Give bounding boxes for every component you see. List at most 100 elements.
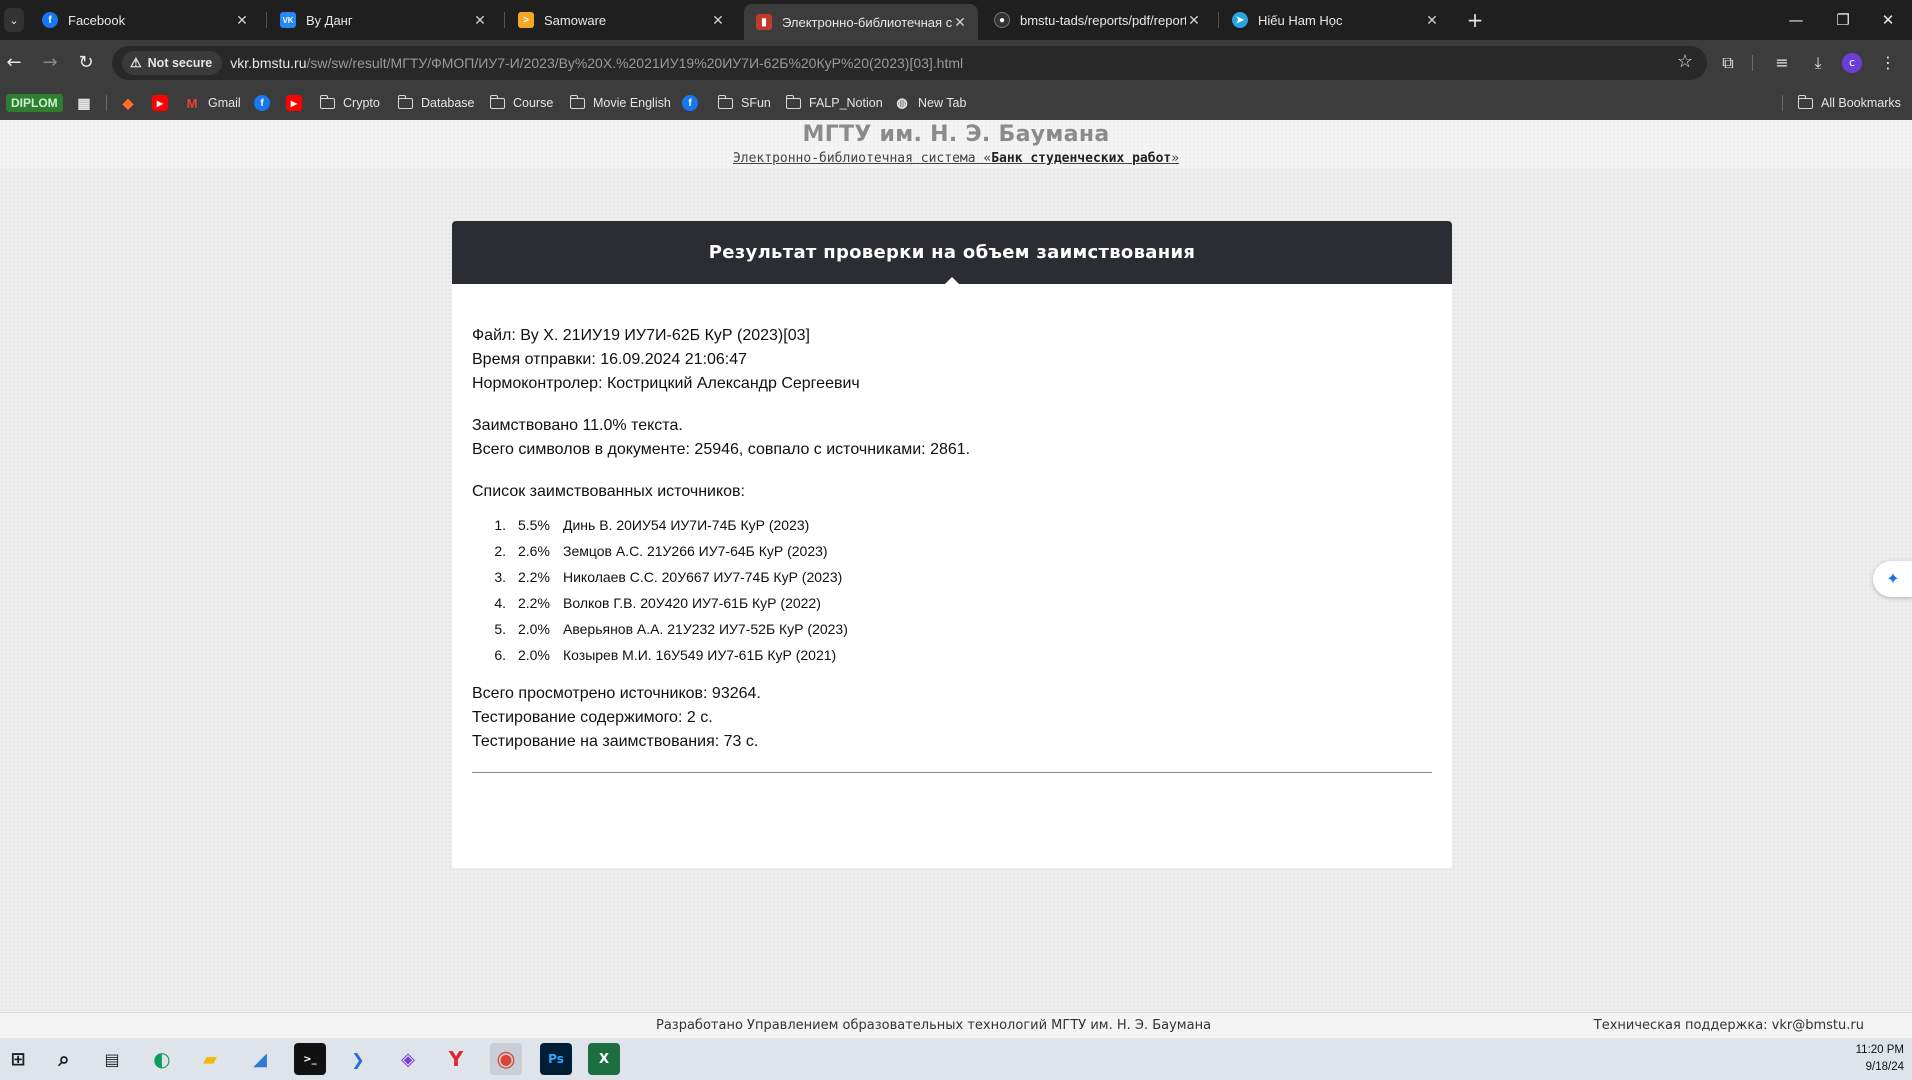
controller-line: Нормоконтролер: Кострицкий Александр Сер… <box>472 375 860 392</box>
tab-telegram[interactable]: ➤ Hiếu Ham Học ✕ <box>1220 4 1450 36</box>
terminal-icon[interactable]: >_ <box>294 1043 326 1075</box>
bookmark-folder-movie-english[interactable]: Movie English <box>569 91 671 115</box>
tab-separator <box>504 12 505 28</box>
visual-studio-icon[interactable]: ◈ <box>392 1043 424 1075</box>
extensions-puzzle-icon[interactable]: ⧉ <box>1716 51 1740 75</box>
source-number: 5. <box>494 621 506 637</box>
tab-github[interactable]: ● bmstu-tads/reports/pdf/report_ ✕ <box>982 4 1212 36</box>
tab-separator <box>1218 12 1219 28</box>
windows-start-icon[interactable]: ⊞ <box>2 1043 34 1075</box>
photoshop-icon[interactable]: Ps <box>540 1043 572 1075</box>
list-item: 5. 2.0% Аверьянов А.А. 21У232 ИУ7-52Б Ку… <box>482 616 1432 642</box>
warning-icon: ⚠ <box>130 55 142 70</box>
bookmark-folder-falp-notion[interactable]: FALP_Notion <box>785 91 883 115</box>
tab-facebook[interactable]: f Facebook ✕ <box>30 4 260 36</box>
bookmark-folder-database[interactable]: Database <box>397 91 475 115</box>
task-view-icon[interactable]: ▤ <box>96 1043 128 1075</box>
close-icon[interactable]: ✕ <box>1424 12 1440 29</box>
url-path: /sw/sw/result/МГТУ/ФМОП/ИУ7-И/2023/Ву%20… <box>306 55 964 71</box>
profile-avatar[interactable]: c <box>1842 53 1862 73</box>
site-footer: Разработано Управлением образовательных … <box>0 1012 1912 1038</box>
folder-icon <box>489 94 505 109</box>
source-percent: 2.2% <box>518 595 550 611</box>
security-indicator[interactable]: ⚠ Not secure <box>122 51 223 75</box>
list-item: 1. 5.5% Динь В. 20ИУ54 ИУ7И-74Б КуР (202… <box>482 512 1432 538</box>
footer-support[interactable]: Техническая поддержка: vkr@bmstu.ru <box>1594 1018 1864 1033</box>
forward-arrow-icon[interactable]: → <box>38 51 62 75</box>
vscode-icon[interactable]: ◢ <box>244 1043 276 1075</box>
result-body: Файл: Ву Х. 21ИУ19 ИУ7И-62Б КуР (2023)[0… <box>452 284 1452 773</box>
bookmark-new-tab[interactable]: ◍ New Tab <box>894 91 966 115</box>
close-icon[interactable]: ✕ <box>472 12 488 29</box>
bookmark-folder-sfun[interactable]: SFun <box>717 91 771 115</box>
source-number: 4. <box>494 595 506 611</box>
source-name: Волков Г.В. 20У420 ИУ7-61Б КуР (2022) <box>563 595 821 611</box>
site-subtitle-link[interactable]: Электронно-библиотечная система «Банк ст… <box>733 151 1179 166</box>
edge-icon[interactable]: ◐ <box>146 1043 178 1075</box>
close-icon[interactable]: ✕ <box>710 12 726 29</box>
clock-time: 11:20 PM <box>1855 1044 1904 1056</box>
close-icon[interactable]: ✕ <box>952 14 968 31</box>
tab-search-chevron-icon[interactable]: ⌄ <box>4 8 24 32</box>
media-controls-icon[interactable]: ≡ <box>1770 51 1794 75</box>
folder-icon <box>569 94 585 109</box>
tab-library[interactable]: ▮ Электронно-библиотечная си ✕ <box>744 4 978 40</box>
tab-samoware[interactable]: > Samoware ✕ <box>506 4 736 36</box>
file-line: Файл: Ву Х. 21ИУ19 ИУ7И-62Б КуР (2023)[0… <box>472 327 810 344</box>
list-item: 4. 2.2% Волков Г.В. 20У420 ИУ7-61Б КуР (… <box>482 590 1432 616</box>
bookmark-youtube[interactable]: ▶ <box>152 91 176 115</box>
close-icon[interactable]: ✕ <box>234 12 250 29</box>
menu-kebab-icon[interactable]: ⋮ <box>1876 51 1900 75</box>
source-name: Николаев С.С. 20У667 ИУ7-74Б КуР (2023) <box>563 569 843 585</box>
taskbar-clock[interactable]: 11:20 PM 9/18/24 <box>1856 1042 1904 1076</box>
source-percent: 2.0% <box>518 647 550 663</box>
bookmark-diplom[interactable]: DIPLOM <box>6 91 63 115</box>
tab-title: Электронно-библиотечная си <box>782 14 952 30</box>
bookmark-folder-crypto[interactable]: Crypto <box>319 91 380 115</box>
source-name: Аверьянов А.А. 21У232 ИУ7-52Б КуР (2023) <box>563 621 848 637</box>
borrowed-line: Заимствовано 11.0% текста. <box>472 417 683 434</box>
download-icon[interactable]: ⤓ <box>1806 51 1830 75</box>
new-tab-button[interactable]: + <box>1463 8 1487 32</box>
address-bar[interactable]: ⚠ Not secure vkr.bmstu.ru/sw/sw/result/М… <box>112 46 1707 80</box>
bookmark-facebook[interactable]: f <box>254 91 278 115</box>
close-icon[interactable]: ✕ <box>1186 12 1202 29</box>
bookmark-folder-course[interactable]: Course <box>489 91 554 115</box>
folder-icon <box>397 94 413 109</box>
file-explorer-icon[interactable]: ▰ <box>194 1043 226 1075</box>
source-percent: 2.2% <box>518 569 550 585</box>
bookmarks-bar: DIPLOM ▦ ◆ ▶ M Gmail f ▶ Crypto Database… <box>0 86 1912 120</box>
bookmark-label: Course <box>513 96 554 110</box>
bookmark-label: DIPLOM <box>6 94 63 112</box>
tab-title: Hiếu Ham Học <box>1258 12 1343 28</box>
close-window-button[interactable]: ✕ <box>1868 8 1908 32</box>
back-arrow-icon[interactable]: ← <box>2 51 26 75</box>
reload-icon[interactable]: ↻ <box>74 51 98 75</box>
result-heading: Результат проверки на объем заимствовани… <box>452 221 1452 285</box>
yandex-icon[interactable]: Y <box>440 1043 472 1075</box>
bookmark-facebook[interactable]: f <box>682 91 706 115</box>
chrome-icon[interactable]: ◉ <box>490 1043 522 1075</box>
bookmark-all-bookmarks[interactable]: All Bookmarks <box>1797 91 1901 115</box>
result-card: Результат проверки на объем заимствовани… <box>452 221 1452 868</box>
site-header: МГТУ им. Н. Э. Баумана Электронно-библио… <box>0 120 1912 168</box>
tab-vk[interactable]: VK Ву Данг ✕ <box>268 4 498 36</box>
powershell-icon[interactable]: ❯ <box>342 1043 374 1075</box>
restore-button[interactable]: ❐ <box>1823 8 1863 32</box>
total-sources-line: Всего просмотрено источников: 93264. <box>472 685 761 702</box>
minimize-button[interactable]: — <box>1776 8 1816 32</box>
apps-grid-icon[interactable]: ▦ <box>76 91 100 115</box>
excel-icon[interactable]: X <box>588 1043 620 1075</box>
bookmark-label: All Bookmarks <box>1821 96 1901 110</box>
folder-icon <box>1797 94 1813 109</box>
bookmark-youtube[interactable]: ▶ <box>286 91 310 115</box>
search-icon[interactable]: ⌕ <box>48 1043 80 1075</box>
source-number: 3. <box>494 569 506 585</box>
bookmark-gitlab[interactable]: ◆ <box>120 91 144 115</box>
list-item: 3. 2.2% Николаев С.С. 20У667 ИУ7-74Б КуР… <box>482 564 1432 590</box>
bookmark-gmail[interactable]: M Gmail <box>184 91 241 115</box>
bookmark-star-icon[interactable]: ☆ <box>1677 51 1693 72</box>
url-host: vkr.bmstu.ru <box>230 55 307 71</box>
side-assistant-icon[interactable]: ✦ <box>1873 561 1912 597</box>
bookmark-label: FALP_Notion <box>809 96 883 110</box>
